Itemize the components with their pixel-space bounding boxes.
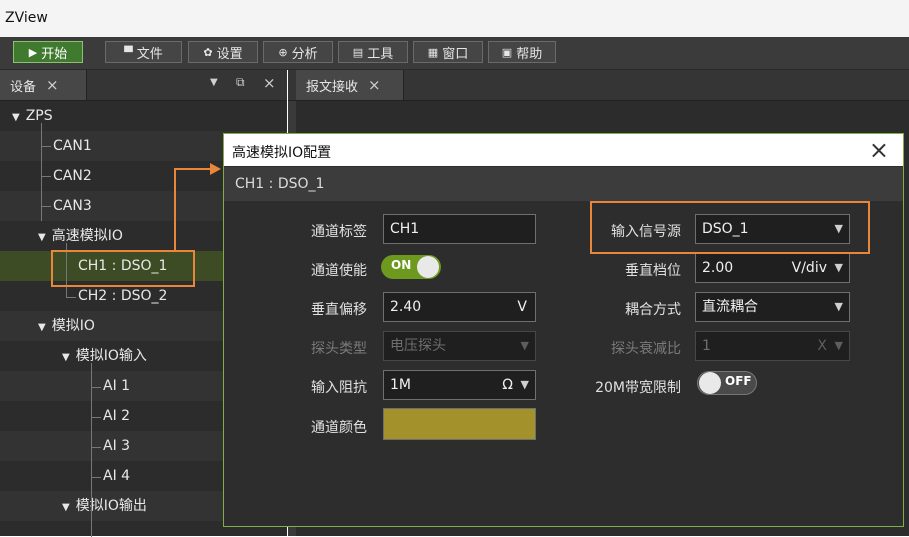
settings-menu-button[interactable]: ✿ 设置 (188, 41, 258, 63)
tree-connector (41, 146, 51, 147)
tree-connector (41, 206, 51, 207)
expand-caret-icon[interactable]: ▼ (62, 502, 70, 513)
highlight-ch1-node (51, 250, 195, 287)
dialog-channel-name: CH1 : DSO_1 (235, 176, 325, 192)
channel-color-swatch[interactable] (383, 408, 536, 440)
main-toolbar: ▶ 开始 ▀ 文件 ✿ 设置 ⊕ 分析 ▤ 工具 ▦ 窗口 ▣ 帮助 (0, 37, 909, 70)
tree-connector (91, 417, 101, 418)
message-panel-header: 报文接收 × (288, 70, 909, 101)
highlight-input-source (590, 201, 870, 254)
coupling-label: 耦合方式 (625, 302, 681, 318)
analyze-icon: ⊕ (278, 45, 288, 59)
hs-analog-io-config-dialog: 高速模拟IO配置 × CH1 : DSO_1 通道标签 CH1 通道使能 ON … (223, 133, 904, 527)
dialog-close-icon[interactable]: × (869, 136, 889, 164)
highlight-connector (174, 169, 176, 252)
chevron-down-icon: ▼ (834, 339, 843, 352)
tree-connector (41, 176, 51, 177)
channel-enable-toggle[interactable]: ON (381, 255, 441, 279)
tree-connector (66, 297, 76, 298)
bw-limit-label: 20M带宽限制 (595, 380, 681, 396)
tree-connector (91, 387, 101, 388)
dialog-title: 高速模拟IO配置 (232, 145, 332, 161)
file-menu-button[interactable]: ▀ 文件 (105, 41, 182, 63)
tree-connector (91, 477, 101, 478)
window-menu-button[interactable]: ▦ 窗口 (413, 41, 483, 63)
probe-type-select[interactable]: 电压探头 ▼ (383, 331, 536, 361)
tree-node-zps[interactable]: ▼ ZPS (0, 101, 287, 131)
device-panel-header: 设备 × ▼ ⧉ × (0, 70, 287, 101)
vertical-offset-label: 垂直偏移 (311, 302, 367, 318)
tab-message-receive[interactable]: 报文接收 × (296, 70, 404, 100)
coupling-select[interactable]: 直流耦合 ▼ (695, 292, 850, 322)
channel-tag-input[interactable]: CH1 (383, 214, 536, 244)
toggle-knob (699, 372, 721, 394)
close-icon[interactable]: × (46, 76, 59, 94)
channel-tag-label: 通道标签 (311, 224, 367, 240)
chevron-down-icon: ▼ (834, 261, 843, 274)
expand-caret-icon[interactable]: ▼ (12, 112, 20, 123)
input-impedance-select[interactable]: 1M Ω ▼ (383, 370, 536, 400)
panel-close-icon[interactable]: × (263, 74, 276, 92)
channel-color-label: 通道颜色 (311, 420, 367, 436)
tree-connector (91, 363, 92, 537)
probe-attenuation-select[interactable]: 1 X ▼ (695, 331, 850, 361)
folder-icon: ▀ (124, 45, 133, 59)
float-window-icon[interactable]: ⧉ (236, 75, 245, 90)
vertical-scale-label: 垂直档位 (625, 263, 681, 279)
toolbox-icon: ▤ (352, 45, 364, 59)
play-icon: ▶ (28, 45, 38, 59)
expand-caret-icon[interactable]: ▼ (38, 322, 46, 333)
bw-limit-toggle[interactable]: OFF (697, 371, 757, 395)
toggle-knob (417, 256, 439, 278)
dialog-channel-header: CH1 : DSO_1 (224, 167, 903, 201)
panel-menu-icon[interactable]: ▼ (210, 77, 218, 88)
app-titlebar: ZView (0, 0, 909, 37)
arrow-head-icon (210, 163, 221, 175)
highlight-connector (174, 168, 212, 170)
dialog-titlebar: 高速模拟IO配置 × (224, 134, 903, 166)
chevron-down-icon: ▼ (834, 300, 843, 313)
expand-caret-icon[interactable]: ▼ (62, 352, 70, 363)
chevron-down-icon: ▼ (520, 378, 529, 391)
window-icon: ▦ (427, 45, 439, 59)
help-book-icon: ▣ (501, 45, 513, 59)
tab-devices[interactable]: 设备 × (0, 70, 87, 100)
probe-attenuation-label: 探头衰减比 (611, 341, 681, 357)
input-impedance-label: 输入阻抗 (311, 380, 367, 396)
tools-menu-button[interactable]: ▤ 工具 (338, 41, 408, 63)
expand-caret-icon[interactable]: ▼ (38, 232, 46, 243)
gear-icon: ✿ (203, 45, 213, 59)
start-button[interactable]: ▶ 开始 (13, 41, 83, 63)
chevron-down-icon: ▼ (520, 339, 529, 352)
app-title: ZView (5, 10, 48, 26)
probe-type-label: 探头类型 (311, 341, 367, 357)
close-icon[interactable]: × (368, 76, 381, 94)
vertical-offset-input[interactable]: 2.40 V (383, 292, 536, 322)
help-menu-button[interactable]: ▣ 帮助 (488, 41, 556, 63)
vertical-scale-select[interactable]: 2.00 V/div ▼ (695, 253, 850, 283)
tree-connector (91, 447, 101, 448)
channel-enable-label: 通道使能 (311, 263, 367, 279)
analyze-menu-button[interactable]: ⊕ 分析 (263, 41, 333, 63)
